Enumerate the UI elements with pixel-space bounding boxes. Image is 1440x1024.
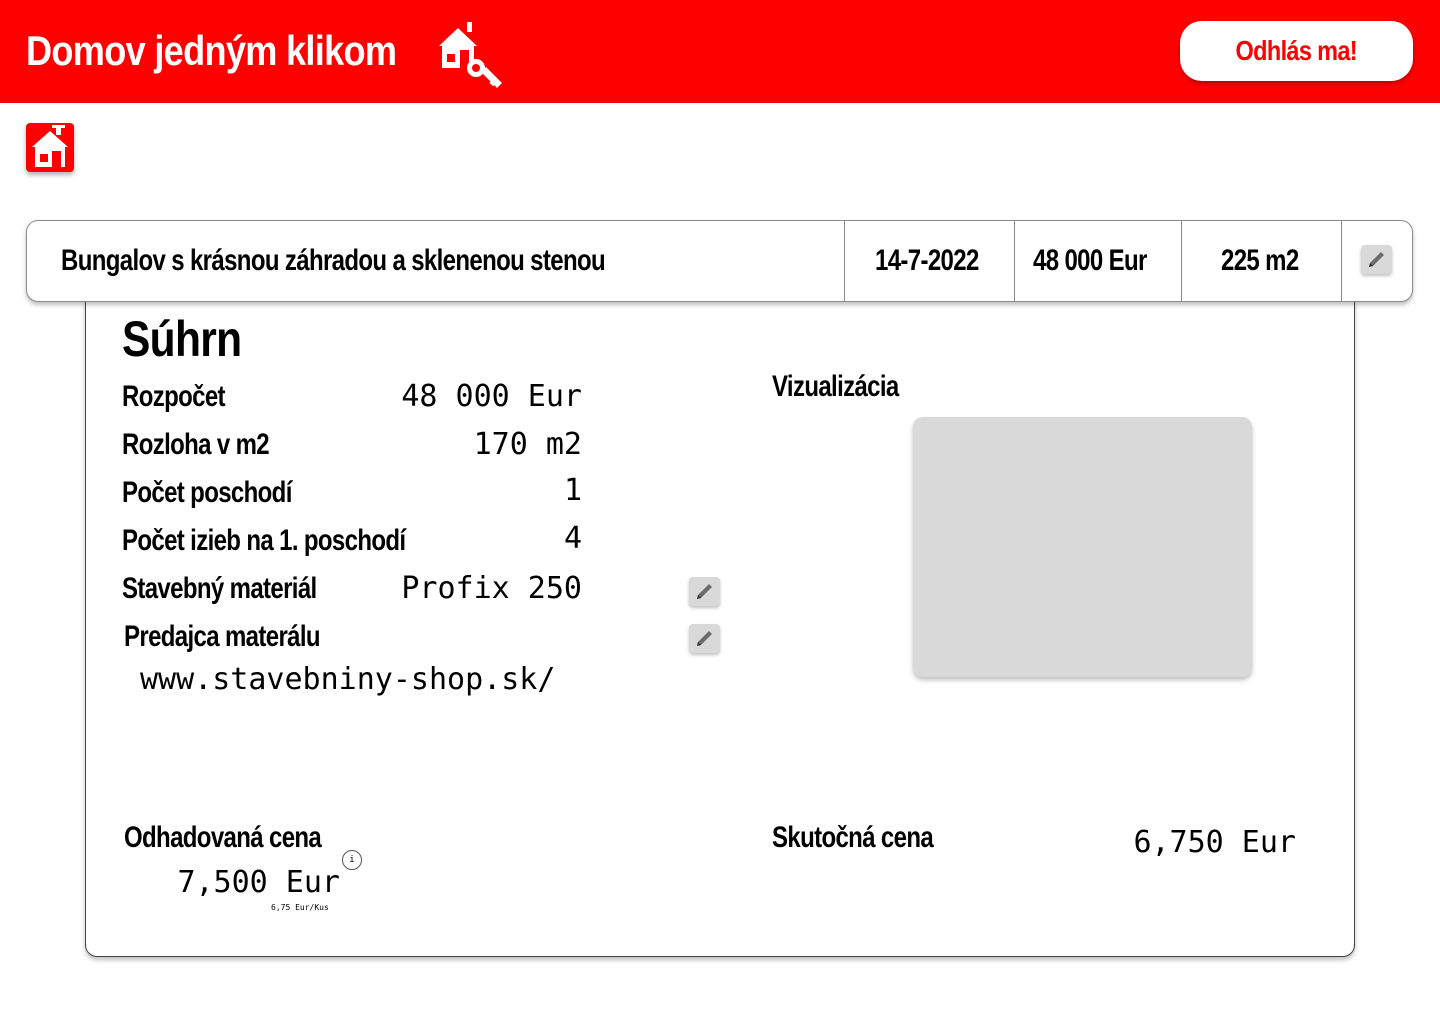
project-price: 48 000 Eur — [1033, 244, 1147, 277]
floors-value: 1 — [563, 473, 582, 508]
visualization-image — [913, 417, 1252, 677]
column-divider — [1014, 221, 1015, 301]
home-icon — [32, 125, 68, 167]
edit-seller-button[interactable] — [689, 624, 720, 653]
rooms-value: 4 — [563, 521, 582, 556]
summary-title: Súhrn — [122, 311, 242, 367]
area-value: 170 m2 — [473, 427, 582, 462]
project-price-cell: 48 000 Eur — [1033, 221, 1175, 301]
project-name-cell: Bungalov s krásnou záhradou a sklenenou … — [61, 221, 741, 301]
actual-price-value: 6,750 Eur — [1133, 825, 1296, 860]
material-value: Profix 250 — [401, 571, 582, 606]
area-label: Rozloha v m2 — [122, 428, 270, 461]
estimated-price-label: Odhadovaná cena — [124, 821, 322, 854]
material-label: Stavebný materiál — [122, 572, 317, 605]
estimated-unit-note: 6,75 Eur/Kus — [271, 903, 329, 912]
app-header: Domov jedným klikom Odhlás ma! — [0, 0, 1440, 103]
project-name: Bungalov s krásnou záhradou a sklenenou … — [61, 244, 606, 277]
project-date-cell: 14-7-2022 — [875, 221, 1005, 301]
visualization-label: Vizualizácia — [772, 370, 899, 403]
floors-label: Počet poschodí — [122, 476, 292, 509]
budget-label: Rozpočet — [122, 380, 226, 413]
project-area-cell: 225 m2 — [1221, 221, 1318, 301]
column-divider — [844, 221, 845, 301]
column-divider — [1181, 221, 1182, 301]
logout-button[interactable]: Odhlás ma! — [1180, 21, 1413, 81]
budget-value: 48 000 Eur — [401, 379, 582, 414]
pencil-icon — [697, 584, 712, 599]
edit-project-button[interactable] — [1361, 245, 1392, 274]
home-button[interactable] — [26, 123, 74, 172]
info-icon[interactable]: i — [342, 850, 362, 870]
actual-price-label: Skutočná cena — [772, 821, 934, 854]
seller-url-link[interactable]: www.stavebniny-shop.sk/ — [140, 663, 555, 697]
house-key-icon — [436, 20, 506, 90]
pencil-icon — [697, 631, 712, 646]
pencil-icon — [1369, 252, 1384, 267]
app-title: Domov jedným klikom — [26, 27, 397, 74]
project-date: 14-7-2022 — [875, 244, 979, 277]
edit-material-button[interactable] — [689, 577, 720, 606]
column-divider — [1341, 221, 1342, 301]
logout-button-label: Odhlás ma! — [1235, 35, 1358, 66]
project-row[interactable]: Bungalov s krásnou záhradou a sklenenou … — [26, 220, 1413, 302]
estimated-price-value: 7,500 Eur — [177, 865, 340, 900]
seller-label: Predajca materálu — [124, 620, 321, 653]
project-area: 225 m2 — [1221, 244, 1299, 277]
